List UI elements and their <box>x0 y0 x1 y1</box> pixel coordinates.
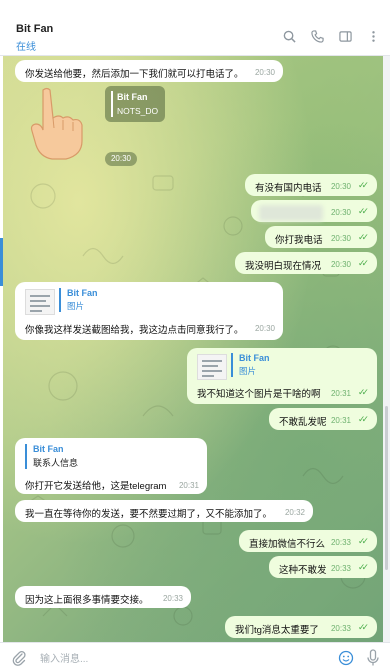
message-text: 我们tg消息太重要了 <box>235 625 319 636</box>
message-text: 你打开它发送给他，这是telegram <box>25 481 167 492</box>
image-thumbnail[interactable] <box>197 354 227 380</box>
message-time: 20:30 <box>330 182 351 191</box>
message-time: 20:31 <box>330 416 351 425</box>
message-text: 直接加微信不行么 <box>249 539 326 550</box>
forwarded-card[interactable]: Bit Fan NOTS_DO <box>105 86 165 122</box>
message-time: 20:30 <box>330 234 351 243</box>
message-time: 20:33 <box>330 564 351 573</box>
message-outgoing[interactable]: 不敢乱发呢 20:31 ✓✓ <box>269 408 377 430</box>
forward-subtitle: 图片 <box>67 301 85 311</box>
message-incoming[interactable]: 我一直在等待你的发送，要不然要过期了，又不能添加了。 20:32 <box>15 500 313 522</box>
message-input[interactable] <box>38 649 322 669</box>
message-incoming[interactable]: Bit Fan 联系人信息 你打开它发送给他，这是telegram 20:31 <box>15 438 207 494</box>
emoji-icon[interactable] <box>338 650 354 671</box>
message-incoming[interactable]: 你发送给他要，然后添加一下我们就可以打电话了。 20:30 <box>15 60 283 82</box>
message-outgoing[interactable]: 直接加微信不行么 20:33 ✓✓ <box>239 530 377 552</box>
message-outgoing[interactable]: 我们tg消息太重要了 20:33 ✓✓ <box>225 616 377 638</box>
message-list[interactable]: 你发送给他要，然后添加一下我们就可以打电话了。 20:30 Bit Fan NO… <box>3 56 383 642</box>
pointing-hand-sticker[interactable] <box>25 86 85 160</box>
microphone-icon[interactable] <box>366 649 380 672</box>
read-ticks-icon: ✓✓ <box>357 622 369 632</box>
forward-subtitle: 图片 <box>239 366 257 376</box>
message-outgoing[interactable]: 我没明白现在情况 20:30 ✓✓ <box>235 252 377 274</box>
forward-sender: Bit Fan <box>33 444 64 454</box>
read-ticks-icon: ✓✓ <box>357 180 369 190</box>
message-time: 20:33 <box>330 624 351 633</box>
read-ticks-icon: ✓✓ <box>357 414 369 424</box>
forwarded-header: Bit Fan 联系人信息 <box>25 444 78 469</box>
read-ticks-icon: ✓✓ <box>357 232 369 242</box>
message-text: 你打我电话 <box>275 235 323 246</box>
message-outgoing[interactable]: Bit Fan 图片 我不知道这个图片是干啥的啊 20:31 ✓✓ <box>187 348 377 404</box>
message-text: 你发送给他要，然后添加一下我们就可以打电话了。 <box>25 69 244 80</box>
message-time: 20:33 <box>330 538 351 547</box>
message-text: 我没明白现在情况 <box>245 261 322 272</box>
message-time: 20:33 <box>162 594 183 603</box>
message-incoming[interactable]: 因为这上面很多事情要交接。 20:33 <box>15 586 191 608</box>
message-time: 20:30 <box>330 208 351 217</box>
message-text: 我不知道这个图片是干啥的啊 <box>197 389 321 400</box>
message-text: 这种不敢发 <box>279 565 327 576</box>
message-text: 不敢乱发呢 <box>279 417 327 428</box>
message-composer <box>0 642 390 672</box>
message-outgoing[interactable]: 这种不敢发 20:33 ✓✓ <box>269 556 377 578</box>
message-outgoing[interactable]: 有没有国内电话 20:30 ✓✓ <box>245 174 377 196</box>
message-time: 20:30 <box>254 68 275 77</box>
search-icon[interactable] <box>280 27 298 45</box>
message-time: 20:30 <box>254 324 275 333</box>
forward-bar <box>111 91 113 117</box>
image-thumbnail[interactable] <box>25 289 55 315</box>
message-text: 有没有国内电话 <box>255 183 322 194</box>
scrollbar-thumb[interactable] <box>385 406 388 570</box>
time-pill: 20:30 <box>105 152 137 166</box>
header-actions <box>280 27 382 45</box>
more-icon[interactable] <box>364 27 382 45</box>
contact-name[interactable]: Bit Fan <box>16 23 53 35</box>
phone-icon[interactable] <box>308 27 326 45</box>
chat-header: Bit Fan 在线 <box>0 16 390 56</box>
message-time: 20:31 <box>178 481 199 490</box>
forward-subtitle: NOTS_DO <box>117 106 159 116</box>
read-ticks-icon: ✓✓ <box>357 206 369 216</box>
forward-sender: Bit Fan <box>239 353 270 363</box>
read-ticks-icon: ✓✓ <box>357 536 369 546</box>
forwarded-header: Bit Fan 图片 <box>59 288 98 312</box>
message-incoming[interactable]: Bit Fan 图片 你像我这样发送截图给我，我这边点击同意我行了。 20:30 <box>15 282 283 340</box>
forward-sender: Bit Fan <box>67 288 98 298</box>
message-outgoing[interactable]: 你打我电话 20:30 ✓✓ <box>265 226 377 248</box>
message-text: 因为这上面很多事情要交接。 <box>25 595 149 606</box>
message-time: 20:30 <box>330 260 351 269</box>
forward-sender: Bit Fan <box>117 92 148 102</box>
message-time: 20:31 <box>330 389 351 398</box>
message-time: 20:32 <box>284 508 305 517</box>
message-outgoing[interactable]: 20:30 ✓✓ <box>251 200 377 222</box>
attach-icon[interactable] <box>12 650 26 671</box>
window-top-strip <box>0 0 390 16</box>
blurred-content <box>259 205 323 221</box>
contact-status: 在线 <box>16 42 36 53</box>
read-ticks-icon: ✓✓ <box>357 387 369 397</box>
message-text: 我一直在等待你的发送，要不然要过期了，又不能添加了。 <box>25 509 273 520</box>
message-text: 你像我这样发送截图给我，我这边点击同意我行了。 <box>25 325 244 336</box>
read-ticks-icon: ✓✓ <box>357 258 369 268</box>
forward-subtitle: 联系人信息 <box>33 458 79 468</box>
forwarded-header: Bit Fan 图片 <box>231 353 270 377</box>
read-ticks-icon: ✓✓ <box>357 562 369 572</box>
sidebar-icon[interactable] <box>336 27 354 45</box>
